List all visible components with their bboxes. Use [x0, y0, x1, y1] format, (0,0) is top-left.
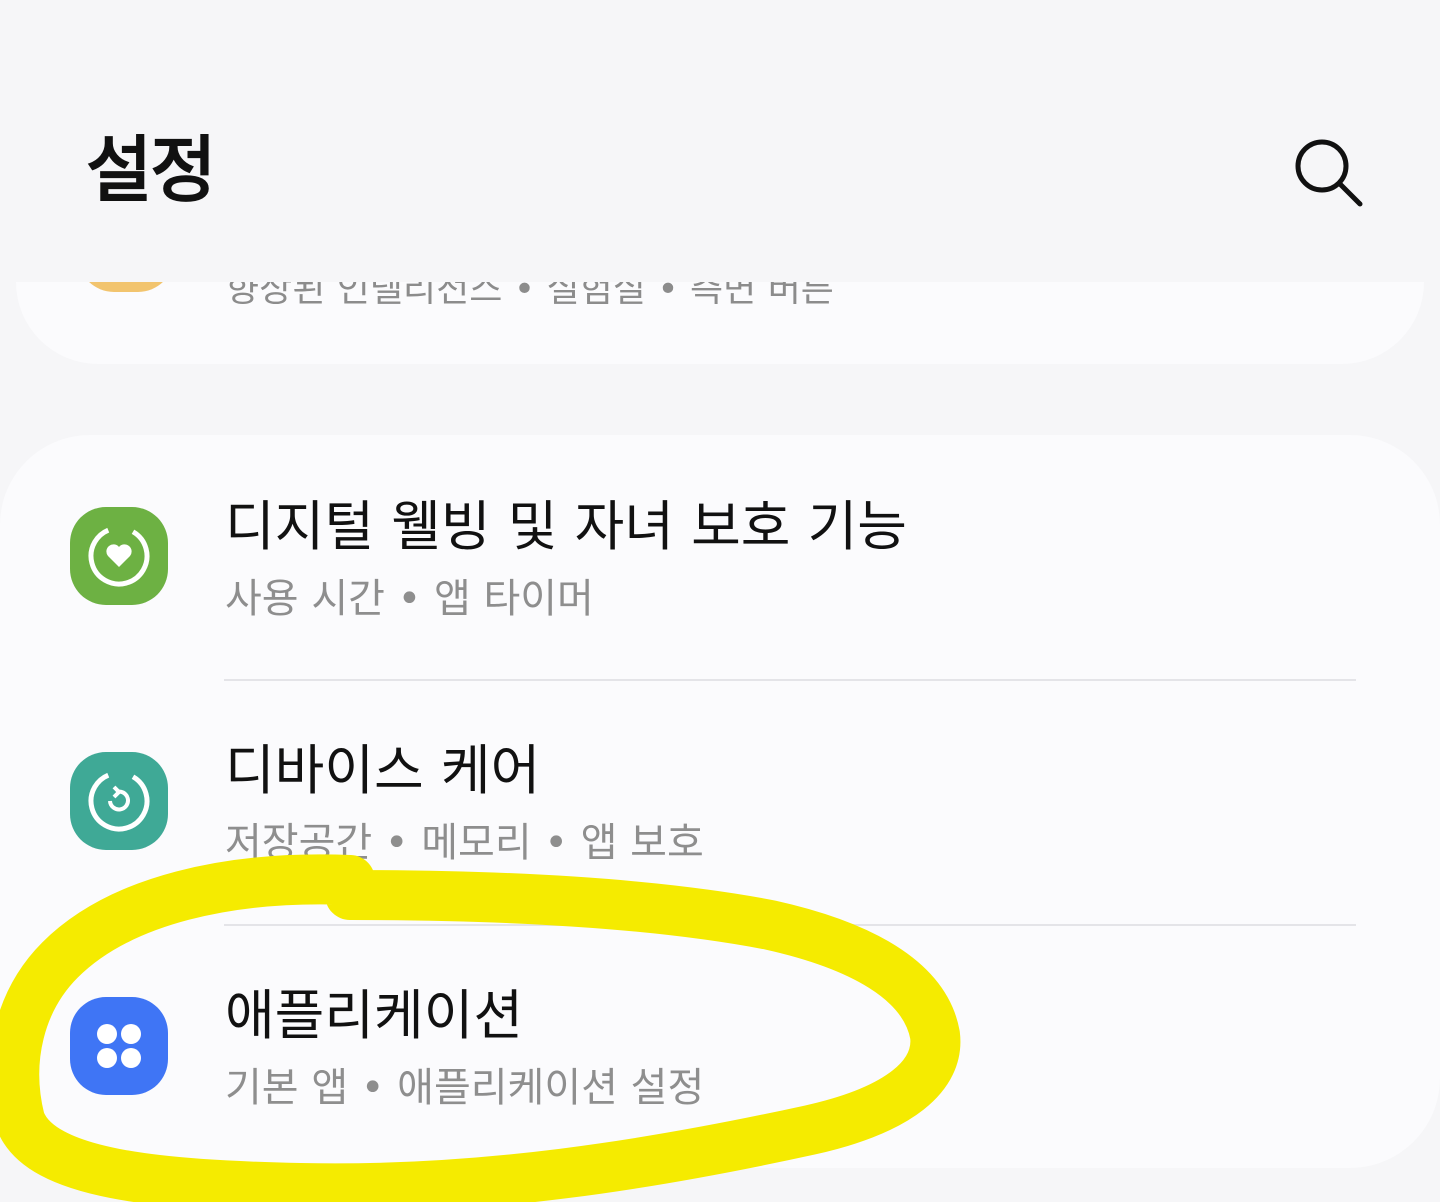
applications-title: 애플리케이션 — [225, 984, 524, 1047]
digital-wellbeing-item[interactable]: 디지털 웰빙 및 자녀 보호 기능 사용 시간 • 앱 타이머 — [0, 435, 1440, 680]
search-button[interactable] — [1290, 134, 1366, 210]
scrolled-settings-card[interactable]: 향상된 인텔리전스 • 실험실 • 측면 버튼 — [16, 282, 1424, 364]
search-icon — [1295, 139, 1363, 207]
apps-icon — [70, 997, 168, 1095]
applications-subtitle: 기본 앱 • 애플리케이션 설정 — [225, 1065, 705, 1111]
device-care-item[interactable]: 디바이스 케어 저장공간 • 메모리 • 앱 보호 — [0, 681, 1440, 926]
advanced-features-icon — [78, 282, 174, 292]
device-care-title: 디바이스 케어 — [225, 739, 541, 802]
applications-item[interactable]: 애플리케이션 기본 앱 • 애플리케이션 설정 — [0, 926, 1440, 1171]
digital-wellbeing-title: 디지털 웰빙 및 자녀 보호 기능 — [225, 495, 907, 558]
app-header: 설정 — [0, 0, 1440, 270]
device-care-icon — [70, 752, 168, 850]
settings-card: 디지털 웰빙 및 자녀 보호 기능 사용 시간 • 앱 타이머 디바이스 케어 … — [0, 435, 1440, 1168]
digital-wellbeing-subtitle: 사용 시간 • 앱 타이머 — [225, 576, 594, 622]
page-title: 설정 — [86, 128, 216, 212]
device-care-subtitle: 저장공간 • 메모리 • 앱 보호 — [225, 820, 704, 866]
digital-wellbeing-icon — [70, 507, 168, 605]
advanced-features-subtitle: 향상된 인텔리전스 • 실험실 • 측면 버튼 — [226, 282, 834, 304]
